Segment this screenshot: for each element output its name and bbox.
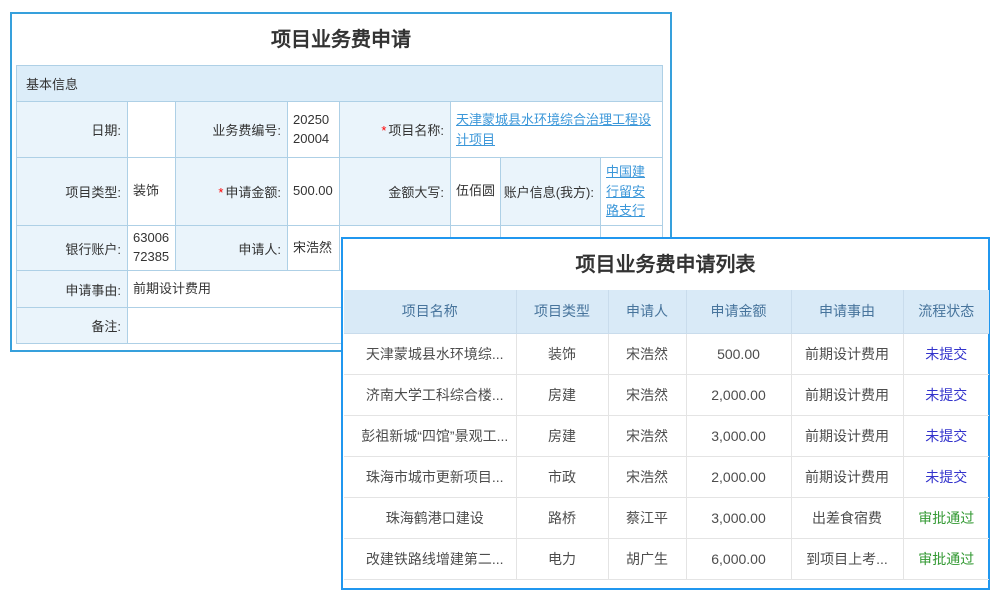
application-list-table: 项目名称 项目类型 申请人 申请金额 申请事由 流程状态 天津蒙城县水环境综..… — [344, 290, 989, 580]
project-name-link[interactable]: 珠海鹤港口建设 — [344, 497, 516, 538]
table-row: 天津蒙城县水环境综... 装饰 宋浩然 500.00 前期设计费用 未提交 — [344, 333, 989, 374]
account-info-cell: 中国建行留安路支行 — [601, 158, 663, 226]
project-name-label: *项目名称: — [340, 102, 451, 158]
reason-cell: 出差食宿费 — [791, 497, 903, 538]
project-type-value: 装饰 — [128, 158, 176, 226]
project-name-link[interactable]: 天津蒙城县水环境综合治理工程设计项目 — [456, 112, 651, 147]
fee-no-value: 2025020004 — [288, 102, 340, 158]
amount-cell: 500.00 — [686, 333, 791, 374]
list-body: 天津蒙城县水环境综... 装饰 宋浩然 500.00 前期设计费用 未提交 济南… — [344, 333, 989, 579]
project-type-cell: 房建 — [516, 374, 608, 415]
col-header-reason: 申请事由 — [791, 290, 903, 333]
project-type-cell: 房建 — [516, 415, 608, 456]
table-row: 改建铁路线增建第二... 电力 胡广生 6,000.00 到项目上考... 审批… — [344, 538, 989, 579]
amount-cell: 3,000.00 — [686, 415, 791, 456]
form-row-2: 项目类型: 装饰 *申请金额: 500.00 金额大写: 伍佰圆 账户信息(我方… — [17, 158, 663, 226]
table-row: 彭祖新城“四馆”景观工... 房建 宋浩然 3,000.00 前期设计费用 未提… — [344, 415, 989, 456]
project-type-cell: 路桥 — [516, 497, 608, 538]
account-info-label: 账户信息(我方): — [501, 158, 601, 226]
reason-cell: 前期设计费用 — [791, 333, 903, 374]
amount-cell: 2,000.00 — [686, 456, 791, 497]
reason-cell: 前期设计费用 — [791, 456, 903, 497]
amount-cell: 2,000.00 — [686, 374, 791, 415]
applicant-link[interactable]: 宋浩然 — [608, 333, 686, 374]
required-asterisk: * — [381, 123, 386, 138]
project-name-link[interactable]: 彭祖新城“四馆”景观工... — [344, 415, 516, 456]
status-badge[interactable]: 审批通过 — [903, 497, 989, 538]
status-badge[interactable]: 审批通过 — [903, 538, 989, 579]
amount-caps-value: 伍佰圆 — [451, 158, 501, 226]
project-name-link[interactable]: 天津蒙城县水环境综... — [344, 333, 516, 374]
project-type-label: 项目类型: — [17, 158, 128, 226]
project-name-link[interactable]: 济南大学工科综合楼... — [344, 374, 516, 415]
list-title: 项目业务费申请列表 — [343, 239, 988, 290]
status-badge[interactable]: 未提交 — [903, 456, 989, 497]
applicant-link[interactable]: 蔡江平 — [608, 497, 686, 538]
applicant-link[interactable]: 宋浩然 — [608, 415, 686, 456]
amount-value: 500.00 — [288, 158, 340, 226]
fee-application-list-panel: 项目业务费申请列表 项目名称 项目类型 申请人 申请金额 申请事由 流程状态 — [341, 237, 990, 590]
col-header-applicant: 申请人 — [608, 290, 686, 333]
form-row-1: 日期: 业务费编号: 2025020004 *项目名称: 天津蒙城县水环境综合治… — [17, 102, 663, 158]
project-name-link[interactable]: 珠海市城市更新项目... — [344, 456, 516, 497]
amount-cell: 6,000.00 — [686, 538, 791, 579]
col-header-amount: 申请金额 — [686, 290, 791, 333]
col-header-project-name: 项目名称 — [344, 290, 516, 333]
status-badge[interactable]: 未提交 — [903, 374, 989, 415]
page: 项目业务费申请 基本信息 日期: 业务费编号: 2025020004 *项目名称… — [0, 0, 1000, 600]
applicant-link[interactable]: 胡广生 — [608, 538, 686, 579]
col-header-status: 流程状态 — [903, 290, 989, 333]
remark-label: 备注: — [17, 308, 128, 344]
table-row: 珠海市城市更新项目... 市政 宋浩然 2,000.00 前期设计费用 未提交 — [344, 456, 989, 497]
fee-no-label: 业务费编号: — [176, 102, 288, 158]
bank-branch-link[interactable]: 中国建行留安路支行 — [606, 164, 645, 219]
project-name-link[interactable]: 改建铁路线增建第二... — [344, 538, 516, 579]
reason-cell: 前期设计费用 — [791, 374, 903, 415]
table-row: 珠海鹤港口建设 路桥 蔡江平 3,000.00 出差食宿费 审批通过 — [344, 497, 989, 538]
project-type-cell: 电力 — [516, 538, 608, 579]
bank-account-value: 6300672385 — [128, 226, 176, 271]
status-badge[interactable]: 未提交 — [903, 333, 989, 374]
project-type-cell: 装饰 — [516, 333, 608, 374]
required-asterisk: * — [218, 185, 223, 200]
applicant-link[interactable]: 宋浩然 — [608, 456, 686, 497]
reason-cell: 到项目上考... — [791, 538, 903, 579]
section-header: 基本信息 — [17, 66, 663, 102]
list-header-row: 项目名称 项目类型 申请人 申请金额 申请事由 流程状态 — [344, 290, 989, 333]
applicant-link[interactable]: 宋浩然 — [608, 374, 686, 415]
amount-caps-label: 金额大写: — [340, 158, 451, 226]
amount-cell: 3,000.00 — [686, 497, 791, 538]
bank-account-label: 银行账户: — [17, 226, 128, 271]
project-name-cell: 天津蒙城县水环境综合治理工程设计项目 — [451, 102, 663, 158]
form-title: 项目业务费申请 — [12, 14, 670, 65]
reason-cell: 前期设计费用 — [791, 415, 903, 456]
applicant-value: 宋浩然 — [288, 226, 340, 271]
section-header-row: 基本信息 — [17, 66, 663, 102]
col-header-project-type: 项目类型 — [516, 290, 608, 333]
applicant-label: 申请人: — [176, 226, 288, 271]
date-label: 日期: — [17, 102, 128, 158]
reason-label: 申请事由: — [17, 271, 128, 308]
table-row: 济南大学工科综合楼... 房建 宋浩然 2,000.00 前期设计费用 未提交 — [344, 374, 989, 415]
amount-label: *申请金额: — [176, 158, 288, 226]
status-badge[interactable]: 未提交 — [903, 415, 989, 456]
date-value — [128, 102, 176, 158]
project-type-cell: 市政 — [516, 456, 608, 497]
